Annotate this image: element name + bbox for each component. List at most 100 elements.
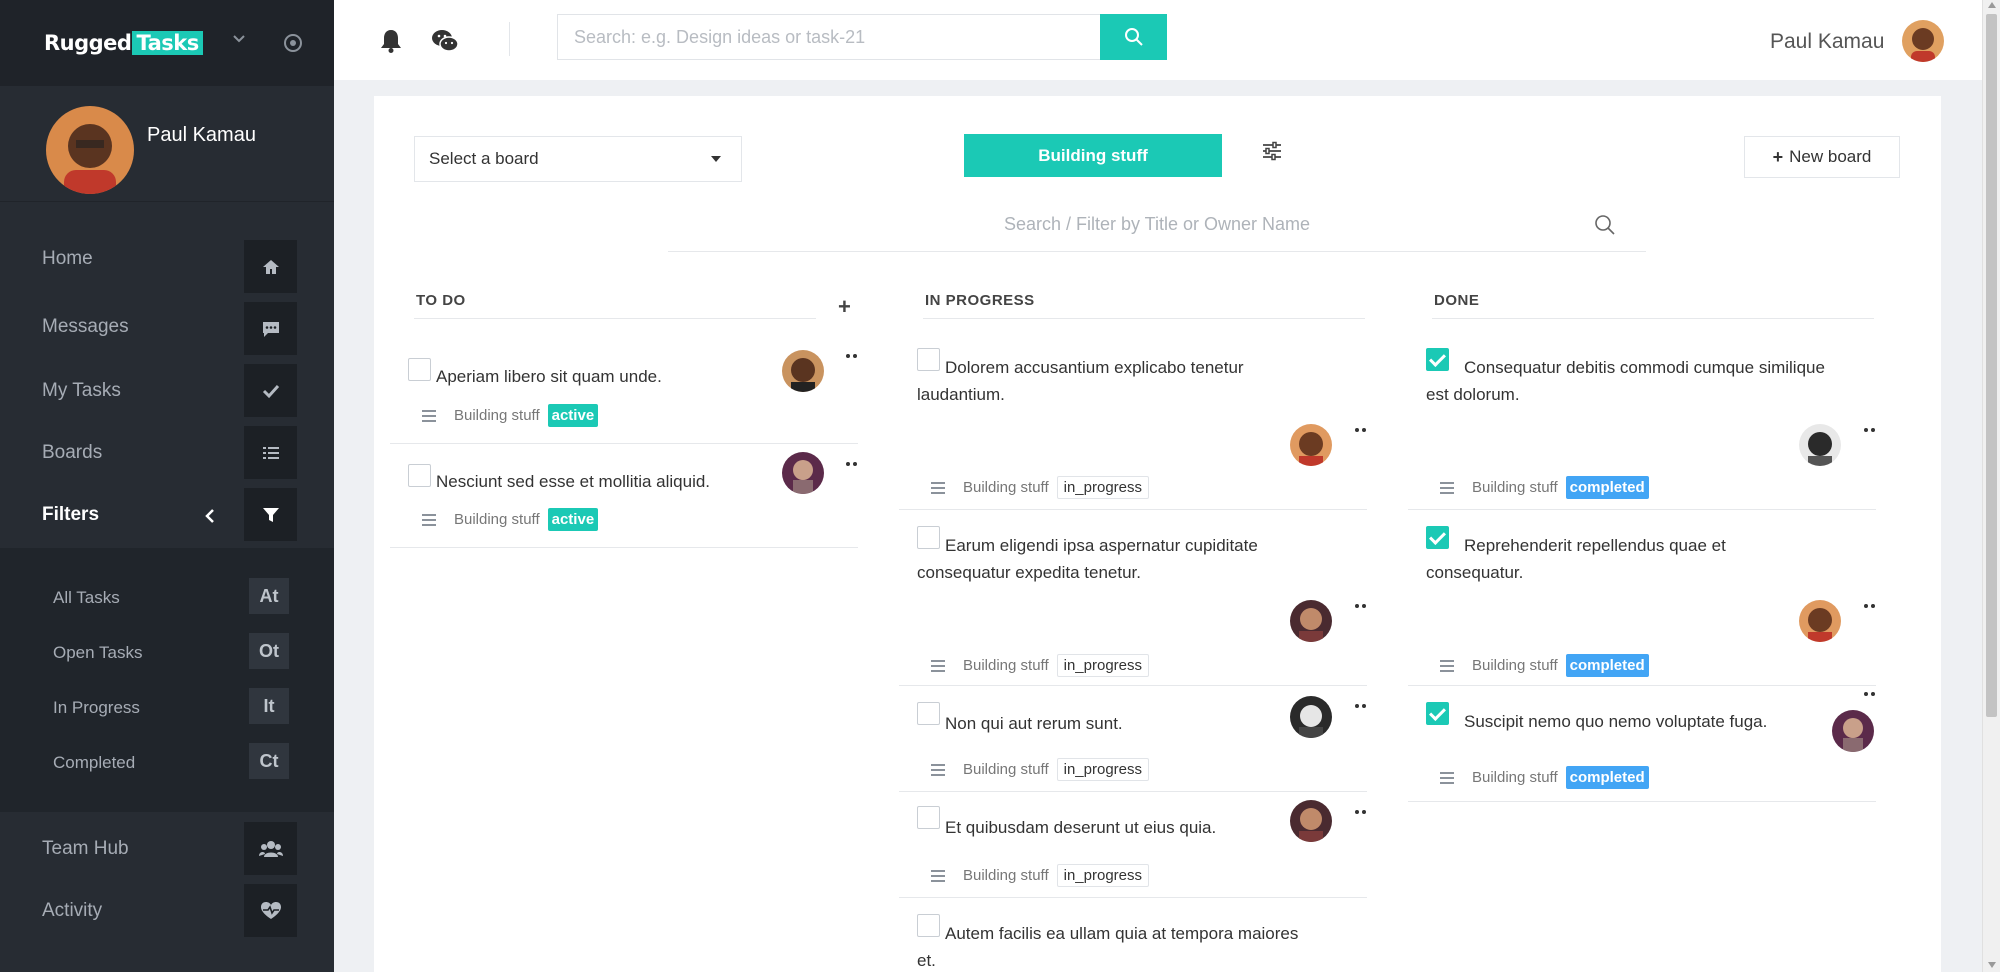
sidebar-item-messages[interactable]: Messages <box>0 302 334 364</box>
task-meta: Building stuff in_progress <box>931 476 1150 499</box>
more-options-icon[interactable] <box>1353 810 1369 816</box>
board-panel: Select a board Building stuff + New boar… <box>374 96 1941 972</box>
chevron-left-icon[interactable] <box>200 506 220 526</box>
plus-icon: + <box>1772 146 1784 167</box>
brand-logo[interactable]: Rugged Tasks <box>44 31 203 55</box>
search-input[interactable] <box>557 14 1101 60</box>
sidebar-item-team-hub[interactable]: Team Hub <box>0 822 334 884</box>
task-card[interactable]: Reprehenderit repellendus quae et conseq… <box>1408 512 1876 686</box>
sidebar-item-label: Team Hub <box>42 838 129 859</box>
avatar[interactable] <box>1290 800 1332 842</box>
sliders-icon[interactable] <box>1260 139 1284 163</box>
sidebar-item-activity[interactable]: Activity <box>0 884 334 946</box>
task-meta: Building stuff active <box>422 404 599 427</box>
board-select-label: Select a board <box>429 149 539 168</box>
more-options-icon[interactable] <box>1862 692 1878 698</box>
avatar[interactable] <box>1290 600 1332 642</box>
new-board-button[interactable]: + New board <box>1744 136 1900 178</box>
status-badge: active <box>547 508 599 531</box>
add-task-icon[interactable]: + <box>838 294 851 320</box>
more-options-icon[interactable] <box>1353 704 1369 710</box>
sidebar-item-boards[interactable]: Boards <box>0 426 334 488</box>
task-board: Building stuff <box>454 407 540 424</box>
avatar[interactable] <box>1799 424 1841 466</box>
heartbeat-icon[interactable] <box>244 884 297 937</box>
wechat-icon[interactable] <box>430 26 460 56</box>
scroll-thumb[interactable] <box>1986 14 1997 717</box>
more-options-icon[interactable] <box>1353 604 1369 610</box>
task-card[interactable]: Consequatur debitis commodi cumque simil… <box>1408 332 1876 510</box>
task-board: Building stuff <box>963 761 1049 778</box>
bell-icon[interactable] <box>376 26 406 56</box>
task-title: Reprehenderit repellendus quae et conseq… <box>1426 536 1726 582</box>
scroll-down-arrow[interactable] <box>1988 962 1996 968</box>
more-options-icon[interactable] <box>844 354 860 360</box>
chevron-down-icon[interactable] <box>230 30 248 48</box>
filter-input[interactable] <box>668 196 1646 252</box>
sidebar-item-label: Home <box>42 248 93 269</box>
sidebar-item-label: Activity <box>42 900 103 921</box>
avatar[interactable] <box>782 350 824 392</box>
check-icon[interactable] <box>244 364 297 417</box>
sidebar-item-filters[interactable]: Filters <box>0 488 334 550</box>
task-meta: Building stuff completed <box>1440 766 1649 789</box>
task-card[interactable]: Dolorem accusantium explicabo tenetur la… <box>899 332 1367 510</box>
avatar[interactable] <box>1290 696 1332 738</box>
brand-bar: Rugged Tasks <box>0 0 334 86</box>
avatar[interactable] <box>1290 424 1332 466</box>
task-title: Nesciunt sed esse et mollitia aliquid. <box>436 472 711 491</box>
filter-badge: Ct <box>249 743 289 779</box>
divider <box>923 318 1365 319</box>
board-select[interactable]: Select a board <box>414 136 742 182</box>
avatar[interactable] <box>782 452 824 494</box>
task-card[interactable]: Aperiam libero sit quam unde. Building s… <box>390 338 858 444</box>
avatar[interactable] <box>1902 20 1944 62</box>
filter-in-progress[interactable]: In Progress It <box>0 688 334 740</box>
status-badge: completed <box>1565 654 1649 677</box>
more-options-icon[interactable] <box>1862 604 1878 610</box>
scrollbar[interactable] <box>1982 0 2000 972</box>
avatar[interactable] <box>46 106 134 194</box>
search-icon <box>1124 28 1143 46</box>
more-options-icon[interactable] <box>1862 428 1878 434</box>
user-name[interactable]: Paul Kamau <box>1770 30 1884 54</box>
task-card[interactable]: Suscipit nemo quo nemo voluptate fuga. B… <box>1408 688 1876 802</box>
settings-icon[interactable] <box>284 34 302 52</box>
task-card[interactable]: Nesciunt sed esse et mollitia aliquid. B… <box>390 446 858 548</box>
task-checkbox[interactable] <box>408 464 431 487</box>
task-card[interactable]: Earum eligendi ipsa aspernatur cupiditat… <box>899 512 1367 686</box>
task-checkbox[interactable] <box>408 358 431 381</box>
filter-all-tasks[interactable]: All Tasks At <box>0 578 334 630</box>
list-icon <box>931 763 945 776</box>
filter-open-tasks[interactable]: Open Tasks Ot <box>0 633 334 685</box>
task-title: Non qui aut rerum sunt. <box>945 714 1123 733</box>
task-board: Building stuff <box>963 479 1049 496</box>
home-icon[interactable] <box>244 240 297 293</box>
task-card[interactable]: Non qui aut rerum sunt. Building stuff i… <box>899 688 1367 792</box>
list-icon[interactable] <box>244 426 297 479</box>
sidebar-item-home[interactable]: Home <box>0 240 334 302</box>
filter-completed[interactable]: Completed Ct <box>0 743 334 795</box>
status-badge: completed <box>1565 476 1649 499</box>
current-board-button[interactable]: Building stuff <box>964 134 1222 177</box>
task-card[interactable]: Et quibusdam deserunt ut eius quia. Buil… <box>899 794 1367 898</box>
filter-icon[interactable] <box>244 488 297 541</box>
avatar[interactable] <box>1799 600 1841 642</box>
search-icon[interactable] <box>1594 214 1616 236</box>
more-options-icon[interactable] <box>1353 428 1369 434</box>
users-icon[interactable] <box>244 822 297 875</box>
task-card[interactable]: Autem facilis ea ullam quia at tempora m… <box>899 900 1367 972</box>
divider <box>509 22 510 56</box>
filter-badge: Ot <box>249 633 289 669</box>
task-checkbox[interactable] <box>917 702 940 725</box>
task-checkbox[interactable] <box>1426 702 1449 725</box>
status-badge: in_progress <box>1056 864 1150 887</box>
task-checkbox[interactable] <box>917 806 940 829</box>
scroll-up-arrow[interactable] <box>1988 2 1996 8</box>
search-button[interactable] <box>1100 14 1167 60</box>
sidebar-item-label: My Tasks <box>42 380 121 401</box>
more-options-icon[interactable] <box>844 462 860 468</box>
sidebar-item-my-tasks[interactable]: My Tasks <box>0 364 334 426</box>
avatar[interactable] <box>1832 710 1874 752</box>
message-icon[interactable] <box>244 302 297 355</box>
